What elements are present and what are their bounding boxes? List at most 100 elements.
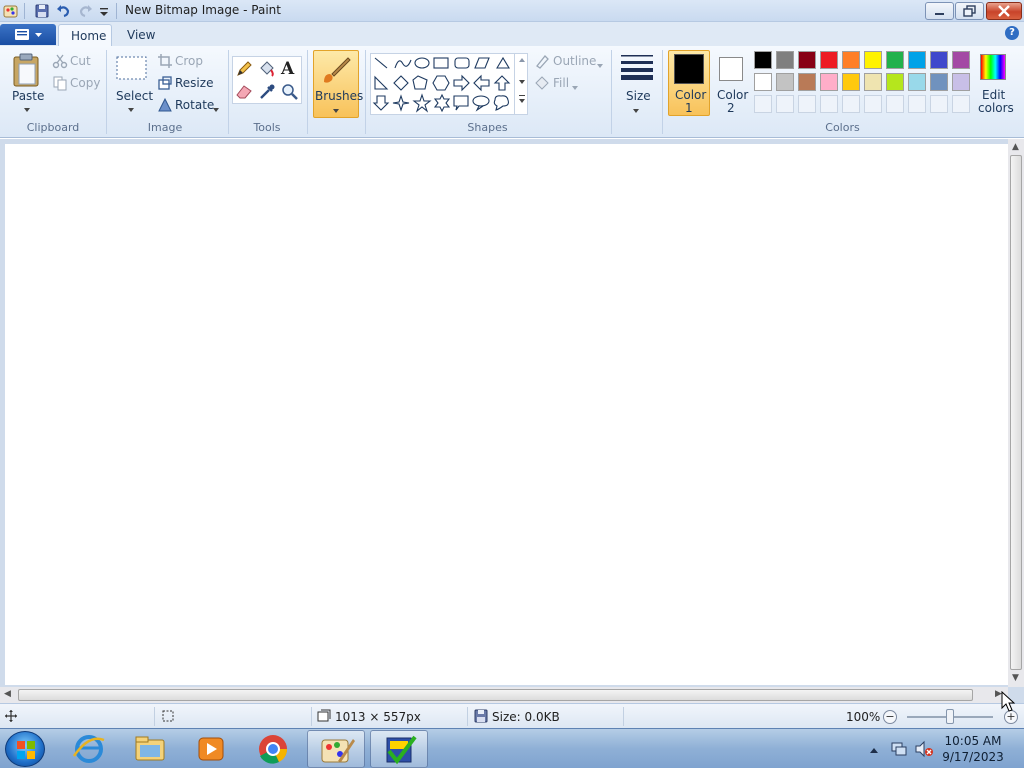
customize-qat-icon[interactable]	[98, 3, 114, 19]
clock-time[interactable]: 10:05 AM	[940, 734, 1006, 748]
clock-date[interactable]: 9/17/2023	[940, 750, 1006, 764]
help-icon[interactable]: ?	[1005, 26, 1019, 40]
custom-color-slot[interactable]	[952, 95, 970, 113]
horizontal-scroll-thumb[interactable]	[18, 689, 973, 701]
edit-colors-label-line2[interactable]: colors	[978, 101, 1014, 115]
custom-color-slot[interactable]	[776, 95, 794, 113]
eraser-icon[interactable]	[235, 83, 253, 104]
save-icon[interactable]	[34, 3, 50, 19]
edit-colors-label-line1[interactable]: Edit	[982, 88, 1005, 102]
palette-color-swatch[interactable]	[820, 73, 838, 91]
canvas-size-icon	[317, 709, 331, 726]
palette-color-swatch[interactable]	[952, 51, 970, 69]
palette-color-swatch[interactable]	[864, 51, 882, 69]
fill-bucket-icon[interactable]	[258, 60, 276, 81]
chevron-down-icon[interactable]	[332, 103, 340, 117]
custom-color-slot[interactable]	[754, 95, 772, 113]
palette-color-swatch[interactable]	[864, 73, 882, 91]
palette-color-swatch[interactable]	[886, 73, 904, 91]
text-tool-icon[interactable]: A	[281, 59, 294, 79]
custom-color-slot[interactable]	[886, 95, 904, 113]
taskbar-paint[interactable]	[307, 730, 365, 768]
custom-color-slot[interactable]	[864, 95, 882, 113]
color2-button[interactable]	[719, 57, 743, 81]
cut-button[interactable]: Cut	[70, 54, 91, 68]
size-button[interactable]: Size	[626, 89, 651, 103]
minimize-button[interactable]	[925, 2, 954, 20]
scroll-down-arrow-icon[interactable]: ▼	[1012, 673, 1019, 683]
zoom-slider-thumb[interactable]	[946, 709, 954, 724]
palette-color-swatch[interactable]	[754, 73, 772, 91]
network-icon[interactable]	[890, 740, 908, 761]
scroll-up-arrow-icon[interactable]: ▲	[1012, 142, 1019, 152]
paint-menu-button[interactable]	[0, 24, 56, 45]
custom-color-slot[interactable]	[908, 95, 926, 113]
shapes-gallery-scroll[interactable]	[514, 53, 528, 115]
fill-button[interactable]: Fill	[553, 76, 569, 90]
fill-icon	[534, 75, 550, 94]
show-hidden-icons-icon[interactable]	[869, 743, 879, 757]
palette-color-swatch[interactable]	[952, 73, 970, 91]
custom-color-slot[interactable]	[798, 95, 816, 113]
palette-color-swatch[interactable]	[754, 51, 772, 69]
taskbar-chrome[interactable]	[244, 730, 302, 768]
edit-colors-icon[interactable]	[980, 54, 1006, 80]
chevron-down-icon[interactable]	[23, 102, 31, 116]
custom-color-slot[interactable]	[930, 95, 948, 113]
color-picker-icon[interactable]	[258, 83, 276, 104]
tab-home[interactable]: Home	[58, 24, 112, 46]
palette-color-swatch[interactable]	[930, 51, 948, 69]
paint-app-icon[interactable]	[3, 3, 19, 19]
chevron-down-icon[interactable]	[571, 80, 579, 94]
chevron-down-icon[interactable]	[596, 58, 604, 72]
magnifier-icon[interactable]	[281, 83, 299, 104]
vertical-scroll-thumb[interactable]	[1010, 155, 1022, 670]
taskbar-internet-explorer[interactable]	[60, 730, 118, 768]
custom-color-slot[interactable]	[820, 95, 838, 113]
zoom-out-button[interactable]: −	[883, 710, 897, 724]
crop-button[interactable]: Crop	[175, 54, 203, 68]
chevron-down-icon[interactable]	[632, 103, 640, 117]
taskbar-checklist-app[interactable]	[370, 730, 428, 768]
tab-view[interactable]: View	[115, 24, 167, 46]
pencil-icon[interactable]	[235, 60, 253, 81]
palette-color-swatch[interactable]	[798, 73, 816, 91]
redo-icon[interactable]	[78, 3, 94, 19]
palette-color-swatch[interactable]	[776, 51, 794, 69]
copy-button[interactable]: Copy	[70, 76, 100, 90]
select-icon[interactable]	[116, 56, 148, 85]
volume-muted-icon[interactable]	[914, 740, 934, 761]
scroll-left-arrow-icon[interactable]: ◀	[4, 689, 11, 699]
resize-button[interactable]: Resize	[175, 76, 213, 90]
paste-icon[interactable]	[12, 52, 42, 91]
color1-label-line2: 1	[685, 101, 693, 115]
palette-color-swatch[interactable]	[930, 73, 948, 91]
rotate-button[interactable]: Rotate	[175, 98, 214, 112]
close-button[interactable]	[986, 2, 1022, 20]
group-divider	[307, 50, 308, 134]
status-separator	[467, 707, 468, 726]
palette-color-swatch[interactable]	[842, 51, 860, 69]
chevron-down-icon[interactable]	[212, 102, 220, 116]
palette-color-swatch[interactable]	[820, 51, 838, 69]
palette-color-swatch[interactable]	[776, 73, 794, 91]
file-size-icon	[474, 709, 488, 726]
palette-color-swatch[interactable]	[842, 73, 860, 91]
start-button[interactable]	[5, 731, 45, 767]
line-size-icon[interactable]	[620, 53, 654, 84]
custom-color-slot[interactable]	[842, 95, 860, 113]
palette-color-swatch[interactable]	[886, 51, 904, 69]
undo-icon[interactable]	[55, 3, 71, 19]
palette-color-swatch[interactable]	[908, 51, 926, 69]
paste-button[interactable]: Paste	[12, 89, 44, 103]
chevron-down-icon[interactable]	[127, 102, 135, 116]
restore-button[interactable]	[955, 2, 984, 20]
shapes-grid-icons[interactable]	[371, 54, 515, 114]
taskbar-media-player[interactable]	[182, 730, 240, 768]
outline-button[interactable]: Outline	[553, 54, 596, 68]
taskbar-file-explorer[interactable]	[121, 730, 179, 768]
palette-color-swatch[interactable]	[908, 73, 926, 91]
palette-color-swatch[interactable]	[798, 51, 816, 69]
select-button[interactable]: Select	[116, 89, 153, 103]
drawing-canvas[interactable]	[5, 144, 1008, 685]
